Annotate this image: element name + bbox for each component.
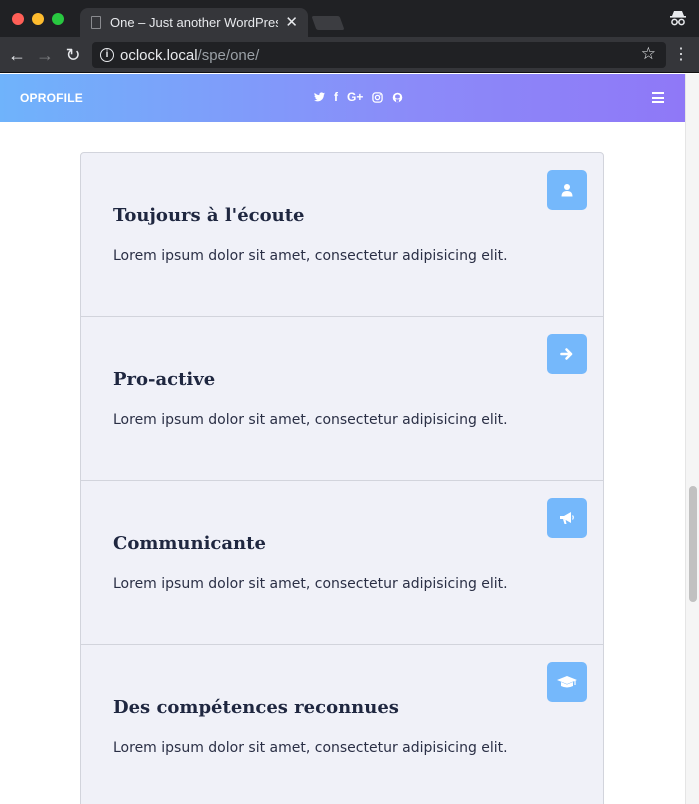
megaphone-icon <box>547 498 587 538</box>
social-links: f G+ <box>314 88 403 106</box>
feature-title: Des compétences reconnues <box>113 697 399 718</box>
site-logo[interactable]: OPROFILE <box>20 91 83 105</box>
browser-menu-icon[interactable]: ⋮ <box>673 46 689 64</box>
feature-title: Communicante <box>113 533 266 554</box>
facebook-icon[interactable]: f <box>334 88 338 106</box>
graduation-cap-icon <box>547 662 587 702</box>
feature-card: Communicante Lorem ipsum dolor sit amet,… <box>81 481 603 645</box>
feature-title: Toujours à l'écoute <box>113 205 305 226</box>
forward-button[interactable]: → <box>35 45 55 65</box>
site-info-icon[interactable]: i <box>100 48 114 62</box>
github-icon[interactable] <box>392 88 403 106</box>
feature-text: Lorem ipsum dolor sit amet, consectetur … <box>113 576 508 592</box>
new-tab-button[interactable] <box>311 16 345 30</box>
feature-title: Pro-active <box>113 369 216 390</box>
bookmark-star-icon[interactable]: ☆ <box>641 44 656 64</box>
user-icon <box>547 170 587 210</box>
url-host: oclock.local <box>120 47 198 64</box>
features-list: Toujours à l'écoute Lorem ipsum dolor si… <box>80 152 604 804</box>
page-favicon-icon <box>91 16 101 29</box>
url-path: /spe/one/ <box>197 47 260 64</box>
site-header: OPROFILE f G+ <box>0 74 685 122</box>
twitter-icon[interactable] <box>314 88 325 106</box>
feature-card: Des compétences reconnues Lorem ipsum do… <box>81 645 603 804</box>
feature-card: Toujours à l'écoute Lorem ipsum dolor si… <box>81 153 603 317</box>
feature-text: Lorem ipsum dolor sit amet, consectetur … <box>113 248 508 264</box>
page-scrollbar[interactable] <box>685 74 699 804</box>
instagram-icon[interactable] <box>372 88 384 106</box>
google-plus-icon[interactable]: G+ <box>347 88 363 106</box>
arrow-right-icon <box>547 334 587 374</box>
feature-text: Lorem ipsum dolor sit amet, consectetur … <box>113 740 508 756</box>
browser-tabstrip: One – Just another WordPress site ✕ <box>0 0 699 37</box>
hamburger-menu-icon[interactable] <box>652 92 664 103</box>
back-button[interactable]: ← <box>7 45 27 65</box>
browser-toolbar: ← → ↻ i oclock.local/spe/one/ ☆ ⋮ <box>0 37 699 73</box>
feature-text: Lorem ipsum dolor sit amet, consectetur … <box>113 412 508 428</box>
maximize-window-button[interactable] <box>52 13 64 25</box>
tab-close-icon[interactable]: ✕ <box>285 13 298 31</box>
browser-tab[interactable]: One – Just another WordPress site ✕ <box>80 8 308 37</box>
reload-button[interactable]: ↻ <box>63 45 83 65</box>
address-bar[interactable]: i oclock.local/spe/one/ ☆ <box>92 42 666 68</box>
incognito-icon <box>670 11 686 26</box>
page-viewport: OPROFILE f G+ Toujours à l'écoute Lorem … <box>0 74 699 804</box>
close-window-button[interactable] <box>12 13 24 25</box>
feature-card: Pro-active Lorem ipsum dolor sit amet, c… <box>81 317 603 481</box>
tab-title: One – Just another WordPress site <box>110 15 278 30</box>
url-text[interactable]: oclock.local/spe/one/ <box>120 47 259 64</box>
scrollbar-thumb[interactable] <box>689 486 697 602</box>
minimize-window-button[interactable] <box>32 13 44 25</box>
